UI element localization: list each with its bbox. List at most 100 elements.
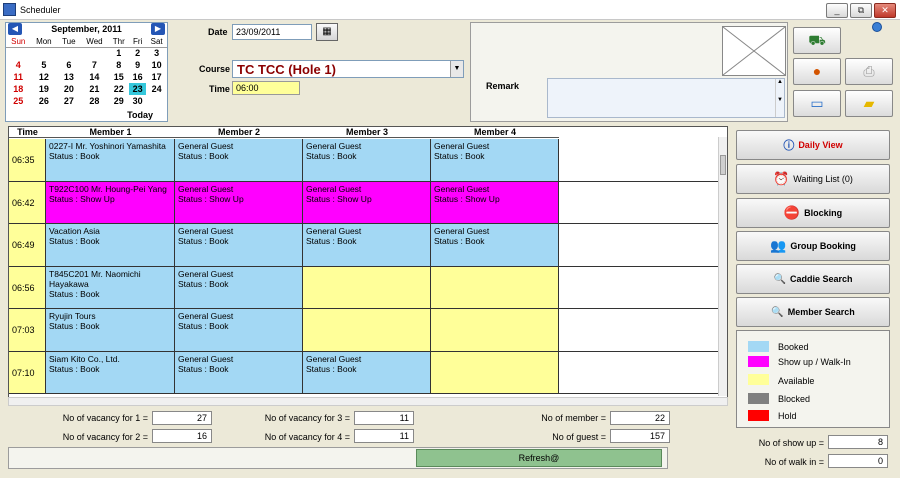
calendar-day[interactable]: 27 <box>57 95 80 107</box>
calendar-day[interactable]: 29 <box>108 95 129 107</box>
golf-cart-button[interactable]: ⛟ <box>793 27 841 54</box>
slot-player-name: General Guest <box>434 184 490 194</box>
booking-slot-member4[interactable]: General Guest Status : Book <box>431 224 559 267</box>
calendar-day[interactable]: 23 <box>129 83 147 95</box>
scroll-thumb[interactable] <box>720 155 726 175</box>
booking-slot-member2[interactable]: General Guest Status : Book <box>175 309 303 352</box>
grid-vertical-scrollbar[interactable] <box>718 137 727 396</box>
next-month-button[interactable]: ▶ <box>151 23 165 35</box>
tee-time-cell[interactable]: 06:56 <box>9 267 46 309</box>
time-column-header: Time <box>9 127 46 138</box>
slot-status: Status : Book <box>178 151 229 161</box>
calendar-day[interactable]: 4 <box>6 59 30 71</box>
help-globe-icon[interactable] <box>872 22 882 32</box>
booking-slot-member1[interactable]: 0227-I Mr. Yoshinori Yamashita Status : B… <box>46 139 175 182</box>
calendar-day[interactable]: 10 <box>146 59 167 71</box>
booking-slot-member3[interactable]: General Guest Status : Book <box>303 352 431 394</box>
calendar-day[interactable]: 26 <box>30 95 57 107</box>
minimize-button[interactable]: _ <box>826 3 848 18</box>
calendar-day[interactable]: 22 <box>108 83 129 95</box>
booking-slot-member2[interactable]: General Guest Status : Book <box>175 352 303 394</box>
tee-time-cell[interactable]: 06:35 <box>9 139 46 182</box>
booking-slot-member4[interactable]: General Guest Status : Show Up <box>431 182 559 224</box>
weekday-header: Wed <box>80 36 109 48</box>
booking-slot-member3[interactable]: General Guest Status : Show Up <box>303 182 431 224</box>
calendar-day[interactable]: 8 <box>108 59 129 71</box>
print-button[interactable]: ⎙ <box>845 58 893 85</box>
calendar-day[interactable]: 18 <box>6 83 30 95</box>
booking-slot-member3[interactable]: General Guest Status : Book <box>303 224 431 267</box>
booking-slot-member4[interactable] <box>431 267 559 309</box>
calendar-day[interactable]: 15 <box>108 71 129 83</box>
booking-slot-member3[interactable]: General Guest Status : Book <box>303 139 431 182</box>
calendar-day[interactable]: 28 <box>80 95 108 107</box>
tee-time-cell[interactable]: 07:10 <box>9 352 46 394</box>
tee-time-cell[interactable]: 06:42 <box>9 182 46 224</box>
booking-slot-member4[interactable]: General Guest Status : Book <box>431 139 559 182</box>
member-search-button[interactable]: 🔍 Member Search <box>736 297 890 327</box>
time-field[interactable]: 06:00 <box>232 81 300 95</box>
calendar-day[interactable]: 13 <box>57 71 80 83</box>
booking-slot-member1[interactable]: T845C201 Mr. Naomichi Hayakawa Status : B… <box>46 267 175 309</box>
calendar-day[interactable]: 2 <box>129 47 146 59</box>
magnifier-icon: 🔍 <box>773 273 786 285</box>
refresh-button[interactable]: Refresh@ <box>416 449 662 467</box>
booking-slot-member1[interactable]: T922C100 Mr. Houng-Pei Yang Status : Show… <box>46 182 175 224</box>
calendar-day[interactable]: 3 <box>146 47 167 59</box>
calendar-day[interactable]: 17 <box>146 71 167 83</box>
calendar-day[interactable]: 20 <box>57 83 80 95</box>
course-dropdown[interactable]: TC TCC (Hole 1) ▼ <box>232 60 464 78</box>
calendar-day[interactable]: 1 <box>108 47 129 59</box>
tee-time-cell[interactable]: 06:49 <box>9 224 46 267</box>
open-folder-button[interactable]: ▰ <box>845 90 893 117</box>
calendar-day[interactable]: 7 <box>80 59 108 71</box>
guest-count-value: 157 <box>610 429 670 443</box>
calendar-day[interactable]: 9 <box>129 59 146 71</box>
calendar-day[interactable]: 19 <box>30 83 57 95</box>
caddie-search-button[interactable]: 🔍 Caddie Search <box>736 264 890 294</box>
date-field[interactable]: 23/09/2011 <box>232 24 312 40</box>
calendar-day[interactable]: 11 <box>6 71 30 83</box>
user-profile-button[interactable]: ● <box>793 58 841 85</box>
calendar-day[interactable]: 5 <box>30 59 57 71</box>
booking-slot-member3[interactable] <box>303 309 431 352</box>
calendar-day[interactable]: 24 <box>146 83 167 95</box>
grid-horizontal-scrollbar[interactable] <box>8 397 728 406</box>
calendar-day[interactable]: 30 <box>129 95 146 107</box>
user-icon: ● <box>812 63 822 79</box>
weekday-header: Thr <box>108 36 130 48</box>
close-button[interactable]: ✕ <box>874 3 896 18</box>
group-booking-button[interactable]: 👥 Group Booking <box>736 231 890 261</box>
booking-slot-member1[interactable]: Ryujin Tours Status : Book <box>46 309 175 352</box>
calendar-day[interactable]: 21 <box>80 83 108 95</box>
restore-button[interactable]: ⧉ <box>850 3 872 18</box>
calendar-picker-icon[interactable]: ▦ <box>316 23 338 41</box>
daily-view-button[interactable]: ⓘ Daily View <box>736 130 890 160</box>
waiting-list-button[interactable]: ⏰ Waiting List (0) <box>736 164 890 194</box>
calendar-day[interactable]: 12 <box>30 71 57 83</box>
blocking-button[interactable]: ⛔ Blocking <box>736 198 890 228</box>
calendar-day[interactable]: 6 <box>57 59 80 71</box>
booking-slot-member2[interactable]: General Guest Status : Book <box>175 267 303 309</box>
calendar-day[interactable]: 25 <box>6 95 30 107</box>
booking-slot-member2[interactable]: General Guest Status : Show Up <box>175 182 303 224</box>
booking-slot-member3[interactable] <box>303 267 431 309</box>
weekday-header: Tue <box>57 36 81 48</box>
tee-time-cell[interactable]: 07:03 <box>9 309 46 352</box>
time-label: Time <box>209 84 230 94</box>
calendar-day[interactable]: 14 <box>80 71 108 83</box>
booking-slot-member2[interactable]: General Guest Status : Book <box>175 224 303 267</box>
computer-button[interactable]: ▭ <box>793 90 841 117</box>
booking-slot-member1[interactable]: Vacation Asia Status : Book <box>46 224 175 267</box>
slot-status: Status : Book <box>49 151 100 161</box>
booking-slot-member4[interactable] <box>431 352 559 394</box>
booking-slot-member4[interactable] <box>431 309 559 352</box>
booking-slot-member1[interactable]: Siam Kito Co., Ltd. Status : Book <box>46 352 175 394</box>
chevron-down-icon[interactable]: ▼ <box>450 61 463 77</box>
remark-textarea[interactable]: ▲ ▼ <box>547 78 785 118</box>
legend-swatch-hold <box>748 410 769 421</box>
booking-slot-member2[interactable]: General Guest Status : Book <box>175 139 303 182</box>
today-button[interactable]: Today <box>6 110 167 120</box>
remark-scrollbar[interactable]: ▲ ▼ <box>775 79 784 117</box>
calendar-day[interactable]: 16 <box>129 71 146 83</box>
